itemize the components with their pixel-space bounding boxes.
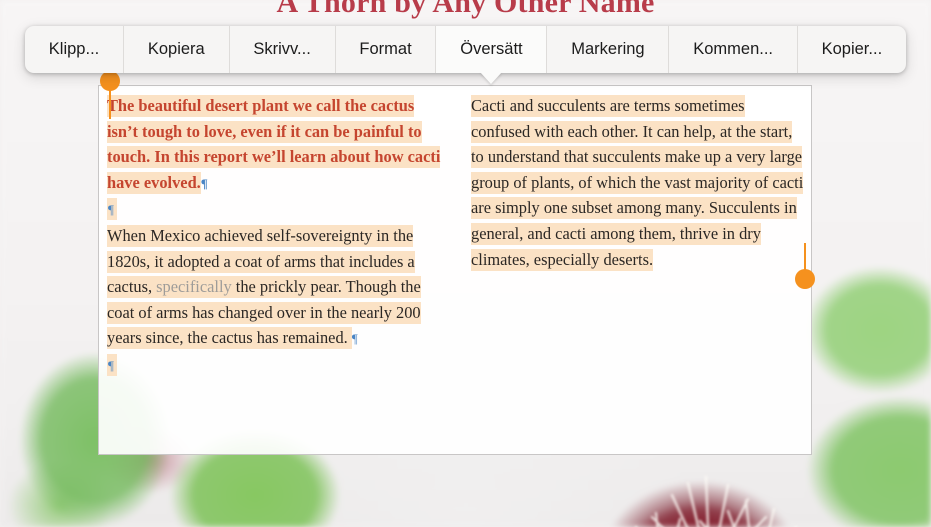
- menu-item-label: Klipp...: [48, 40, 100, 58]
- menu-item-translate[interactable]: Översätt: [436, 26, 548, 84]
- menu-item-label: Format: [359, 40, 412, 58]
- body-paragraph-1[interactable]: When Mexico achieved self-sovereignty in…: [107, 223, 441, 352]
- menu-item-label: Kommen...: [693, 40, 773, 58]
- menu-item-highlight[interactable]: Markering: [547, 26, 670, 73]
- document-title: A Thorn by Any Other Name: [276, 0, 655, 19]
- blank-line-1[interactable]: ¶: [107, 196, 441, 223]
- blank-line-2[interactable]: ¶: [107, 352, 441, 379]
- selection-start-handle[interactable]: [100, 71, 122, 119]
- left-column: The beautiful desert plant we call the c…: [107, 93, 441, 379]
- pilcrow-mark: ¶: [108, 202, 114, 218]
- menu-item-label: Kopier...: [821, 40, 883, 58]
- pilcrow-mark: ¶: [351, 331, 358, 347]
- body-paragraph-2[interactable]: Cacti and succulents are terms sometimes…: [471, 93, 805, 272]
- body-paragraph-1-soft-run: specifically: [156, 276, 232, 299]
- handle-stem: [109, 87, 111, 119]
- menu-item-label: Markering: [571, 40, 645, 58]
- menu-item-label: Skrivv...: [253, 40, 311, 58]
- menu-item-label: Översätt: [460, 40, 523, 58]
- menu-item-paste[interactable]: Skrivv...: [230, 26, 336, 73]
- cactus-spines: [634, 475, 798, 527]
- menu-item-format[interactable]: Format: [336, 26, 437, 73]
- document-page[interactable]: The beautiful desert plant we call the c…: [98, 85, 812, 455]
- intro-paragraph-text: The beautiful desert plant we call the c…: [107, 95, 441, 194]
- screen-root: A Thorn by Any Other Name The beautiful …: [0, 0, 931, 527]
- menu-item-copy[interactable]: Kopiera: [124, 26, 230, 73]
- menu-item-comment[interactable]: Kommen...: [669, 26, 798, 73]
- intro-paragraph[interactable]: The beautiful desert plant we call the c…: [107, 93, 441, 196]
- menu-item-copy-style[interactable]: Kopier...: [798, 26, 906, 73]
- pilcrow-mark: ¶: [108, 357, 114, 373]
- menu-item-label: Kopiera: [147, 40, 205, 58]
- selection-end-handle[interactable]: [795, 243, 817, 291]
- handle-knob-icon: [795, 269, 815, 289]
- body-paragraph-2-text: Cacti and succulents are terms sometimes…: [471, 95, 804, 271]
- right-column: Cacti and succulents are terms sometimes…: [471, 93, 805, 272]
- menu-item-cut[interactable]: Klipp...: [25, 26, 125, 73]
- menu-pointer-notch-icon: [480, 72, 503, 84]
- pilcrow-mark: ¶: [200, 175, 208, 191]
- text-selection-context-menu[interactable]: Klipp... Kopiera Skrivv... Format Översä…: [25, 26, 906, 84]
